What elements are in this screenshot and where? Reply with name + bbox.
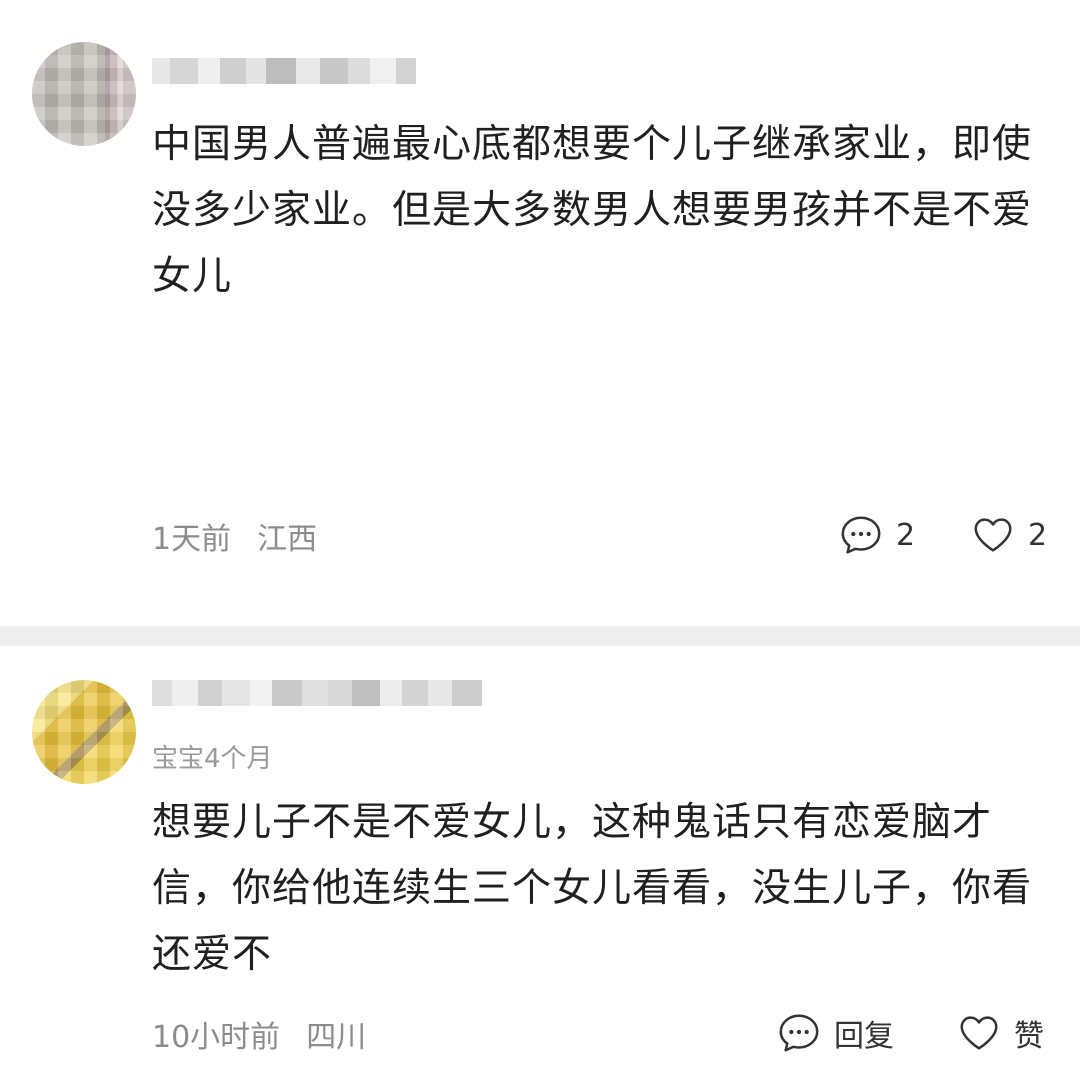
- comment-card: 中国男人普遍最心底都想要个儿子继承家业，即使没多少家业。但是大多数男人想要男孩并…: [0, 0, 1080, 626]
- chat-bubble-icon: [841, 516, 881, 554]
- chat-bubble-icon: [779, 1014, 819, 1052]
- avatar[interactable]: [32, 42, 136, 146]
- comment-text: 中国男人普遍最心底都想要个儿子继承家业，即使没多少家业。但是大多数男人想要男孩并…: [152, 122, 1033, 299]
- like-label: 赞: [1014, 1019, 1044, 1054]
- heart-outline-icon: [960, 1016, 998, 1050]
- comment-meta: 10小时前 四川: [152, 1012, 366, 1056]
- comment-meta: 1天前 江西: [152, 514, 317, 558]
- heart-outline-icon: [974, 518, 1012, 552]
- like-button[interactable]: 赞: [956, 1010, 1044, 1056]
- avatar[interactable]: [32, 680, 136, 784]
- comment-card: 宝宝4个月 想要儿子不是不爱女儿，这种鬼话只有恋爱脑才信，你给他连续生三个女儿看…: [0, 646, 1080, 1080]
- reply-button[interactable]: 2: [838, 512, 915, 558]
- reply-button[interactable]: 回复: [776, 1010, 894, 1056]
- comment-time: 1天前: [152, 522, 232, 557]
- reply-count: 2: [896, 517, 916, 553]
- username-blurred[interactable]: [152, 680, 482, 706]
- comment-time: 10小时前: [152, 1020, 281, 1055]
- user-tag: 宝宝4个月: [152, 744, 273, 774]
- comment-location: 江西: [257, 522, 318, 557]
- username-blurred[interactable]: [152, 58, 416, 84]
- section-divider: [0, 626, 1080, 646]
- comment-location: 四川: [306, 1020, 367, 1055]
- like-count: 2: [1028, 517, 1048, 553]
- like-button[interactable]: 2: [970, 512, 1047, 558]
- reply-label: 回复: [834, 1019, 894, 1054]
- comment-text: 想要儿子不是不爱女儿，这种鬼话只有恋爱脑才信，你给他连续生三个女儿看看，没生儿子…: [152, 800, 1033, 977]
